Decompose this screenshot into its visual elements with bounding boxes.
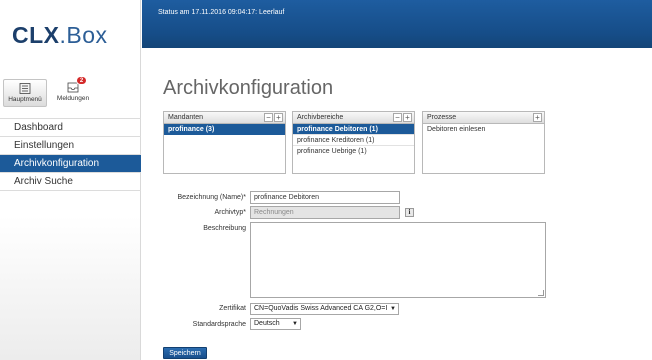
chevron-down-icon: ▼ [390,306,396,312]
certificate-label: Zertifikat [219,305,246,312]
list-item[interactable]: profinance Uebrige (1) [293,146,414,157]
archivbereiche-panel-title: Archivbereiche [297,114,344,121]
page-title: Archivkonfiguration [163,77,334,99]
certificate-value: CN=QuoVadis Swiss Advanced CA G2,O=I [254,305,388,312]
messages-label: Meldungen [56,95,90,102]
messages-button[interactable]: 2 Meldungen [51,76,95,107]
mandanten-panel-title: Mandanten [168,114,204,121]
sidebar: CLX.Box Hauptmenü 2 Meldungen Dashboard … [0,0,141,360]
description-label: Beschreibung [203,225,246,232]
main-menu-button[interactable]: Hauptmenü [3,79,47,107]
archivbereiche-panel: Archivbereiche − + profinance Debitoren … [292,111,415,174]
top-header: Status am 17.11.2016 09:04:17: Leerlauf [142,0,652,48]
app-logo: CLX.Box [12,22,108,48]
sidebar-item-dashboard[interactable]: Dashboard [0,119,141,137]
list-item[interactable]: Debitoren einlesen [423,124,544,135]
chevron-down-icon: ▼ [292,321,298,327]
list-item[interactable]: profinance (3) [164,124,285,135]
plus-icon[interactable]: + [403,113,412,122]
prozesse-panel: Prozesse + Debitoren einlesen [422,111,545,174]
default-language-label: Standardsprache [192,321,246,328]
archivbereiche-panel-header: Archivbereiche − + [293,112,414,124]
main-menu-label: Hauptmenü [8,96,42,103]
plus-icon[interactable]: + [533,113,542,122]
list-item[interactable]: profinance Debitoren (1) [293,124,414,135]
archive-type-field: Rechnungen [250,206,400,219]
sidebar-nav: Dashboard Einstellungen Archivkonfigurat… [0,118,141,191]
mandanten-panel-header: Mandanten − + [164,112,285,124]
prozesse-panel-header: Prozesse + [423,112,544,124]
sidebar-item-archivkonfiguration[interactable]: Archivkonfiguration [0,155,141,173]
info-icon[interactable]: i [405,208,414,217]
list-icon [19,83,31,94]
resize-handle-icon[interactable] [538,290,544,296]
default-language-value: Deutsch [254,320,280,327]
sidebar-item-archiv-suche[interactable]: Archiv Suche [0,173,141,191]
list-item[interactable]: profinance Kreditoren (1) [293,135,414,146]
name-label: Bezeichnung (Name)* [177,194,247,201]
save-button[interactable]: Speichern [163,347,207,359]
minus-icon[interactable]: − [393,113,402,122]
minus-icon[interactable]: − [264,113,273,122]
certificate-select[interactable]: CN=QuoVadis Swiss Advanced CA G2,O=I ▼ [250,303,399,315]
name-field[interactable]: profinance Debitoren [250,191,400,204]
archive-type-label: Archivtyp* [214,209,246,216]
messages-count-badge: 2 [76,76,87,85]
default-language-select[interactable]: Deutsch ▼ [250,318,301,330]
plus-icon[interactable]: + [274,113,283,122]
status-text: Status am 17.11.2016 09:04:17: Leerlauf [158,9,285,16]
description-textarea[interactable] [250,222,546,298]
module-switcher: Hauptmenü 2 Meldungen [3,76,138,107]
mandanten-panel: Mandanten − + profinance (3) [163,111,286,174]
sidebar-item-einstellungen[interactable]: Einstellungen [0,137,141,155]
prozesse-panel-title: Prozesse [427,114,457,121]
